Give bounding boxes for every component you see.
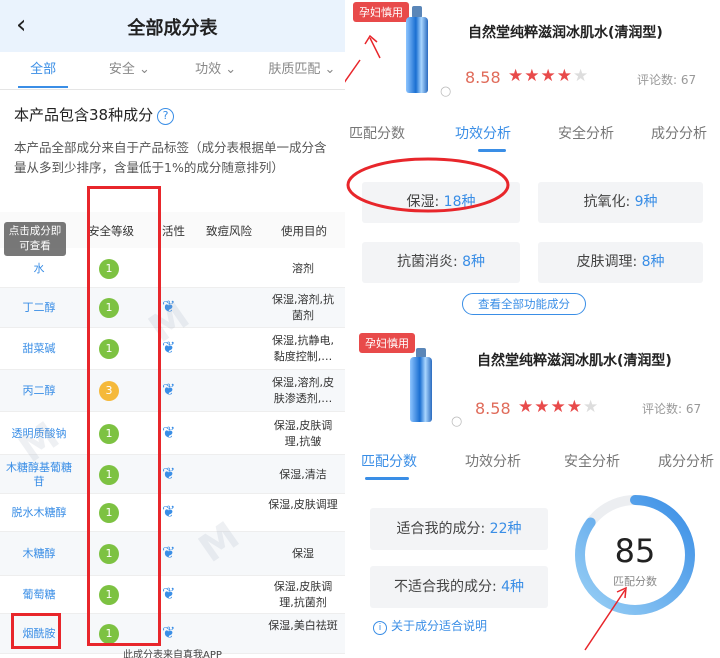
highlight-moisturizing-ellipse — [346, 157, 510, 213]
ingredient-count-heading: 本产品包含38种成分? — [14, 104, 175, 125]
ingredient-purpose: 保湿,美白祛斑 — [268, 619, 338, 632]
ingredient-name[interactable]: 木糖醇基葡糖苷 — [6, 461, 72, 489]
header-active: 活性 — [162, 224, 185, 238]
chevron-down-icon: ⌄ — [221, 62, 237, 77]
ingredient-purpose: 保湿,皮肤调理 — [268, 498, 338, 511]
ingredient-name[interactable]: 甜菜碱 — [6, 342, 72, 356]
analysis-panel: 孕妇慎用 ○ 自然堂纯粹滋润冰肌水(清润型) 8.58 ★★★★★ 评论数: 6… — [345, 0, 720, 658]
table-row[interactable]: 丁二醇 1 ❦ 保湿,溶剂,抗菌剂 — [0, 288, 345, 328]
ingredient-name[interactable]: 丁二醇 — [6, 301, 72, 315]
screenshot-root: ‹ 全部成分表 全部 安全 ⌄ 功效 ⌄ 肤质匹配 ⌄ 本产品包含38种成分? … — [0, 0, 720, 658]
active-ingredient-icon: ❦ — [162, 380, 176, 399]
chevron-down-icon: ⌄ — [320, 62, 336, 77]
tooltip-tap-ingredient: 点击成分即可查看 — [4, 222, 66, 256]
help-icon[interactable]: ? — [157, 108, 175, 125]
table-row[interactable]: 甜菜碱 1 ❦ 保湿,抗静电,黏度控制,… — [0, 328, 345, 370]
active-ingredient-icon: ❦ — [162, 584, 176, 603]
annotation-layer — [345, 34, 627, 651]
ingredient-purpose: 溶剂 — [292, 261, 314, 275]
highlight-niacinamide — [11, 613, 61, 649]
header-purpose: 使用目的 — [281, 224, 327, 238]
annotation-arrow — [584, 589, 626, 651]
ingredient-name[interactable]: 水 — [6, 262, 72, 276]
tab-efficacy[interactable]: 功效 ⌄ — [173, 52, 259, 89]
ingredient-count-text: 本产品包含38种成分 — [14, 106, 154, 124]
ingredient-purpose: 保湿,皮肤调理,抗菌剂 — [273, 580, 333, 609]
active-ingredient-icon: ❦ — [162, 623, 176, 642]
active-tab-indicator — [18, 86, 68, 88]
active-ingredient-icon: ❦ — [162, 422, 176, 442]
header-acne: 致痘风险 — [206, 224, 252, 238]
tab-efficacy-label: 功效 — [195, 62, 222, 77]
ingredient-description: 本产品全部成分来自于产品标签（成分表根据单一成分含量从多到少排序，含量低于1%的… — [14, 140, 327, 175]
ingredient-purpose: 保湿,清洁 — [279, 467, 327, 481]
ingredient-name[interactable]: 葡萄糖 — [6, 588, 72, 602]
active-ingredient-icon: ❦ — [162, 297, 176, 316]
ingredient-name[interactable]: 丙二醇 — [6, 384, 72, 398]
active-ingredient-icon: ❦ — [162, 338, 176, 357]
ingredient-purpose: 保湿 — [292, 547, 314, 560]
tab-skin-match-label: 肤质匹配 — [268, 62, 321, 77]
table-row[interactable]: 脱水木糖醇 1 ❦ 保湿,皮肤调理 — [0, 494, 345, 532]
chevron-down-icon: ⌄ — [134, 62, 150, 77]
ingredient-name[interactable]: 脱水木糖醇 — [6, 506, 72, 520]
ingredient-name[interactable]: 木糖醇 — [6, 547, 72, 561]
tab-skin-match[interactable]: 肤质匹配 ⌄ — [259, 52, 345, 89]
ingredient-purpose: 保湿,溶剂,皮肤渗透剂,… — [272, 376, 334, 405]
tab-safety[interactable]: 安全 ⌄ — [86, 52, 172, 89]
annotation-arrow — [345, 59, 361, 83]
top-bar: ‹ 全部成分表 — [0, 0, 345, 52]
table-row[interactable]: 丙二醇 3 ❦ 保湿,溶剂,皮肤渗透剂,… — [0, 370, 345, 412]
ingredient-purpose: 保湿,抗静电,黏度控制,… — [272, 334, 334, 363]
ingredient-purpose: 保湿,皮肤调理,抗皱 — [273, 418, 333, 448]
tab-all[interactable]: 全部 — [0, 52, 86, 89]
ingredient-purpose: 保湿,溶剂,抗菌剂 — [272, 293, 334, 322]
ingredients-panel: ‹ 全部成分表 全部 安全 ⌄ 功效 ⌄ 肤质匹配 ⌄ 本产品包含38种成分? … — [0, 0, 345, 658]
highlight-safety-column — [87, 186, 161, 646]
table-row[interactable]: 木糖醇基葡糖苷 1 ❦ 保湿,清洁 — [0, 455, 345, 494]
table-row[interactable]: 木糖醇 1 ❦ 保湿 — [0, 532, 345, 576]
tab-safety-label: 安全 — [108, 62, 135, 77]
active-ingredient-icon: ❦ — [162, 463, 176, 483]
active-ingredient-icon: ❦ — [162, 502, 176, 521]
filter-tabs: 全部 安全 ⌄ 功效 ⌄ 肤质匹配 ⌄ — [0, 52, 345, 90]
table-row[interactable]: 葡萄糖 1 ❦ 保湿,皮肤调理,抗菌剂 — [0, 576, 345, 614]
page-title: 全部成分表 — [127, 18, 218, 39]
table-row[interactable]: 透明质酸钠 1 ❦ 保湿,皮肤调理,抗皱 — [0, 412, 345, 455]
active-ingredient-icon: ❦ — [162, 543, 176, 562]
ingredient-name[interactable]: 透明质酸钠 — [6, 427, 72, 441]
